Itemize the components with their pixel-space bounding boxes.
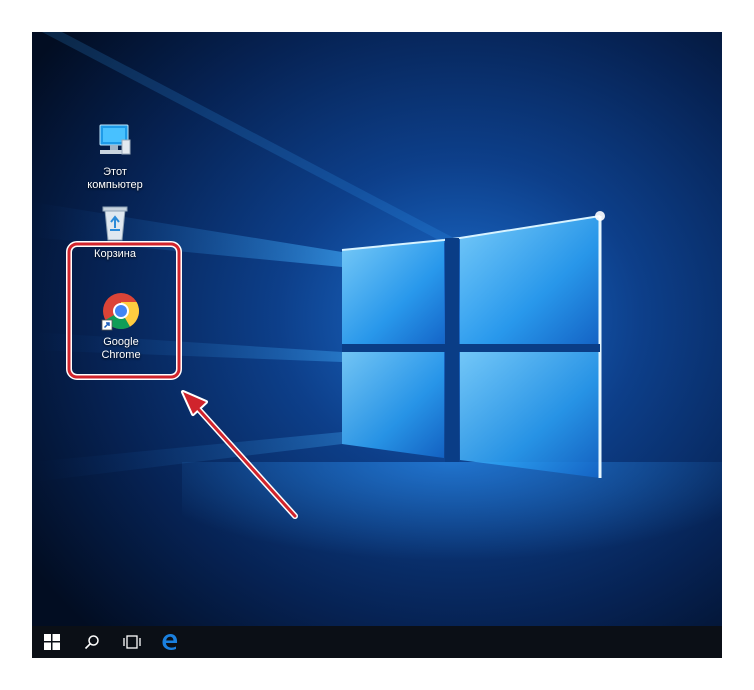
this-pc-label-line1: Этот — [103, 166, 127, 178]
recycle-bin-icon — [102, 206, 128, 241]
chrome-label-line1: Google — [103, 336, 139, 348]
task-view-icon — [123, 635, 141, 649]
this-pc-label-line2: компьютер — [87, 179, 143, 191]
edge-icon — [162, 634, 178, 650]
desktop-icon-recycle-bin[interactable]: Корзина — [72, 202, 158, 261]
chrome-label-line2: Chrome — [101, 349, 141, 361]
taskbar — [32, 626, 722, 658]
this-pc-icon — [99, 124, 131, 155]
windows-start-icon — [44, 634, 60, 650]
task-view-button[interactable] — [112, 626, 152, 658]
screenshot-frame: Этот компьютер Корзина Google Chrome — [0, 0, 754, 690]
chrome-icon — [101, 293, 140, 331]
desktop-icon-this-pc[interactable]: Этот компьютер — [72, 120, 158, 192]
edge-button[interactable] — [150, 626, 190, 658]
desktop-icon-google-chrome[interactable]: Google Chrome — [78, 290, 164, 362]
search-button[interactable] — [72, 626, 112, 658]
start-button[interactable] — [32, 626, 72, 658]
recycle-bin-label: Корзина — [94, 248, 136, 260]
search-icon — [84, 635, 99, 650]
desktop: Этот компьютер Корзина Google Chrome — [32, 32, 722, 658]
